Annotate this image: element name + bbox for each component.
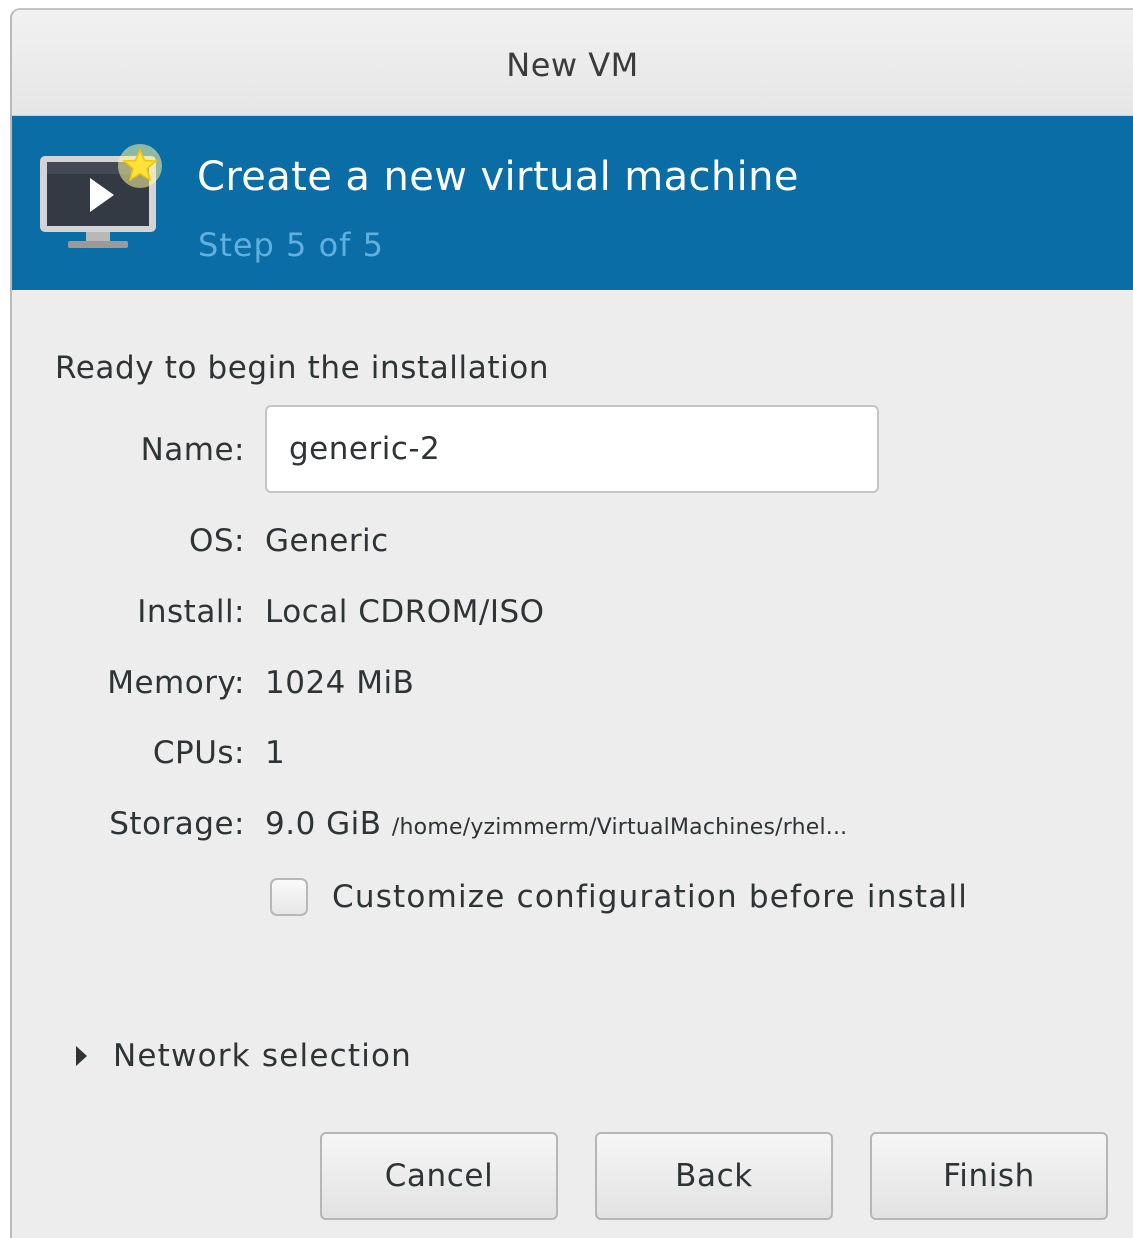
memory-label: Memory: [107,665,245,701]
wizard-header: Create a new virtual machine Step 5 of 5 [12,116,1133,290]
customize-config-label[interactable]: Customize configuration before install [332,879,968,915]
memory-value: 1024 MiB [265,665,415,701]
wizard-step-indicator: Step 5 of 5 [198,226,384,264]
os-value: Generic [265,523,389,559]
storage-size: 9.0 GiB [265,806,382,842]
finish-button[interactable]: Finish [870,1132,1108,1220]
network-selection-expander[interactable]: Network selection [76,1038,412,1074]
new-vm-dialog: New VM Create a new virtual machine Step… [10,8,1133,1238]
window-title: New VM [506,46,639,84]
expander-arrow-icon[interactable] [76,1046,87,1066]
vm-name-input[interactable] [265,405,879,493]
storage-path: /home/yzimmerm/VirtualMachines/rhel... [391,815,848,840]
cpus-value: 1 [265,735,286,771]
storage-label: Storage: [109,806,245,842]
network-selection-label[interactable]: Network selection [113,1038,412,1074]
install-label: Install: [137,594,245,630]
name-label: Name: [140,432,245,468]
back-button[interactable]: Back [595,1132,833,1220]
title-bar[interactable]: New VM [12,10,1133,116]
customize-config-option[interactable]: Customize configuration before install [270,878,968,916]
cancel-button[interactable]: Cancel [320,1132,558,1220]
cpus-label: CPUs: [152,735,245,771]
vm-monitor-play-icon [40,144,162,248]
install-value: Local CDROM/ISO [265,594,545,630]
summary-panel: Ready to begin the installation Name: OS… [12,290,1133,1238]
os-label: OS: [188,523,245,559]
storage-value: 9.0 GiB /home/yzimmerm/VirtualMachines/r… [265,806,847,842]
wizard-heading: Create a new virtual machine [197,154,799,200]
ready-heading: Ready to begin the installation [55,350,550,386]
customize-config-checkbox[interactable] [270,878,308,916]
